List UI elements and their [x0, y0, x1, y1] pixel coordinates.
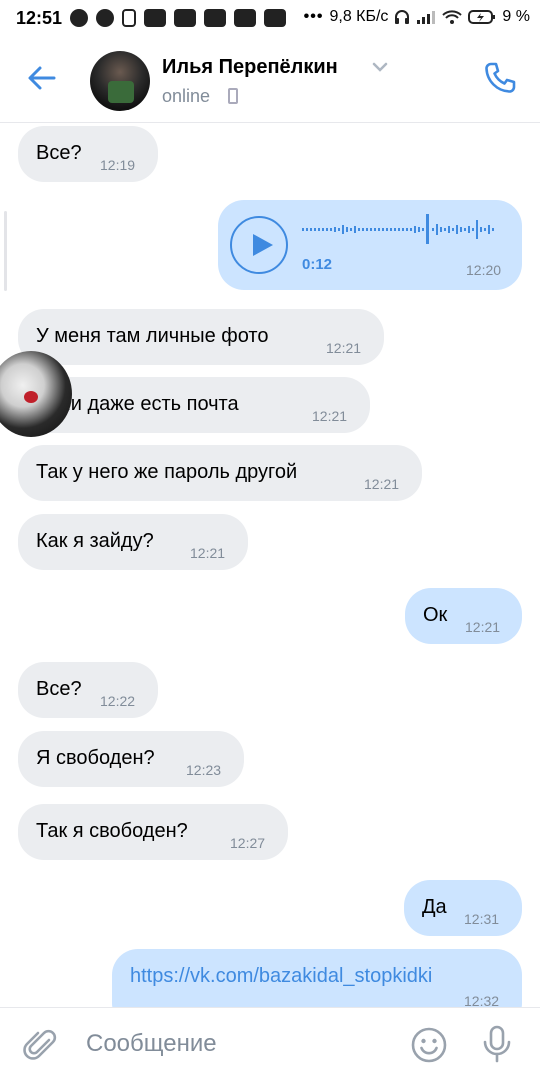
message-incoming[interactable]: Так я свободен? 12:27 [18, 804, 288, 860]
youtube-icon-4 [234, 9, 256, 27]
status-time: 12:51 [16, 8, 63, 28]
status-bar: 12:51 ••• 9,8 КБ/с 9 % [0, 0, 540, 38]
more-notifications-icon: ••• [303, 8, 324, 25]
battery-icon [468, 10, 496, 24]
message-incoming[interactable]: У меня там личные фото 12:21 [18, 309, 384, 365]
message-time: 12:31 [464, 911, 500, 927]
audio-waveform[interactable] [302, 214, 502, 244]
message-text: Все? [36, 142, 82, 164]
contact-avatar[interactable] [90, 51, 150, 111]
telegram-icon [96, 9, 114, 27]
message-text: У меня там личные фото [36, 325, 269, 347]
message-text: Так у него же пароль другой [36, 461, 298, 483]
contact-name[interactable]: Илья Перепёлкин [162, 56, 338, 79]
message-time: 12:21 [465, 619, 501, 635]
message-incoming[interactable]: Все? 12:22 [18, 662, 158, 718]
youtube-icon-2 [174, 9, 196, 27]
message-incoming[interactable]: Как я зайду? 12:21 [18, 514, 248, 570]
message-text: Как я зайду? [36, 530, 154, 552]
message-time: 12:23 [186, 762, 222, 778]
chevron-down-icon[interactable] [372, 62, 388, 72]
voice-duration: 0:12 [302, 256, 333, 273]
composer-bar: Сообщение [0, 1007, 540, 1081]
message-incoming[interactable]: Так у него же пароль другой 12:21 [18, 445, 422, 501]
play-icon[interactable] [230, 216, 288, 274]
message-text: Так я свободен? [36, 820, 188, 842]
message-outgoing[interactable]: Да 12:31 [404, 880, 522, 936]
voice-message-outgoing[interactable]: 0:12 12:20 [218, 200, 522, 290]
scrollbar[interactable] [4, 211, 7, 291]
message-time: 12:32 [464, 993, 500, 1007]
notification-icons [70, 9, 286, 27]
message-time: 12:21 [364, 476, 400, 492]
message-outgoing-link[interactable]: https://vk.com/bazakidal_stopkidki 12:32 [112, 949, 522, 1007]
message-incoming[interactable]: Все? 12:19 [18, 126, 158, 182]
message-time: 12:20 [466, 262, 502, 278]
tiktok-icon [122, 9, 136, 27]
shield-icon [70, 9, 88, 27]
message-time: 12:21 [312, 408, 348, 424]
mobile-online-icon [228, 88, 238, 104]
youtube-icon-1 [144, 9, 166, 27]
message-text: Все? [36, 678, 82, 700]
message-text: Ок [423, 604, 448, 626]
message-link[interactable]: https://vk.com/bazakidal_stopkidki [130, 965, 432, 988]
message-time: 12:21 [326, 340, 362, 356]
message-time: 12:22 [100, 693, 136, 709]
message-text: Да [422, 896, 447, 918]
signal-icon [417, 11, 436, 24]
youtube-icon-5 [264, 9, 286, 27]
message-text: Я свободен? [36, 747, 155, 769]
message-time: 12:19 [100, 157, 136, 173]
back-arrow-icon[interactable] [24, 60, 60, 96]
message-list[interactable]: Все? 12:19 0:12 12:20 У меня там личные … [0, 123, 540, 1007]
status-right: ••• 9,8 КБ/с 9 % [304, 8, 530, 26]
attach-icon[interactable] [22, 1026, 60, 1064]
message-input[interactable]: Сообщение [86, 1030, 217, 1058]
microphone-icon[interactable] [478, 1024, 516, 1064]
contact-status: online [162, 86, 211, 106]
message-incoming[interactable]: Я свободен? 12:23 [18, 731, 244, 787]
battery-level: 9 % [502, 8, 530, 25]
message-time: 12:21 [190, 545, 226, 561]
emoji-icon[interactable] [410, 1026, 448, 1064]
headphones-icon [395, 10, 410, 24]
phone-icon[interactable] [482, 60, 518, 96]
network-speed: 9,8 КБ/с [329, 8, 389, 25]
message-time: 12:27 [230, 835, 266, 851]
message-outgoing[interactable]: Ок 12:21 [405, 588, 522, 644]
wifi-icon [442, 10, 463, 24]
chat-header: Илья Перепёлкин online [0, 38, 540, 123]
youtube-icon-3 [204, 9, 226, 27]
